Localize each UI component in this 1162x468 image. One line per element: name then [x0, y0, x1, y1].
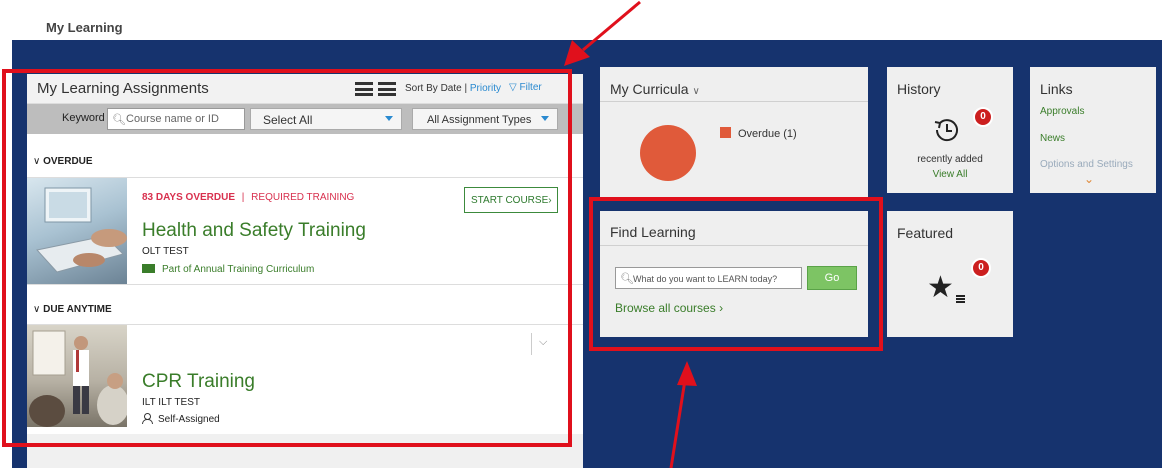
- page: My Learning My Learning Assignments Sort…: [0, 0, 1162, 468]
- annotation-arrow: [582, 0, 641, 52]
- annotation-arrow: [669, 379, 687, 468]
- annotation-arrows: [564, 0, 697, 468]
- annotation-arrowhead: [677, 361, 697, 386]
- annotation-arrowhead: [564, 40, 590, 66]
